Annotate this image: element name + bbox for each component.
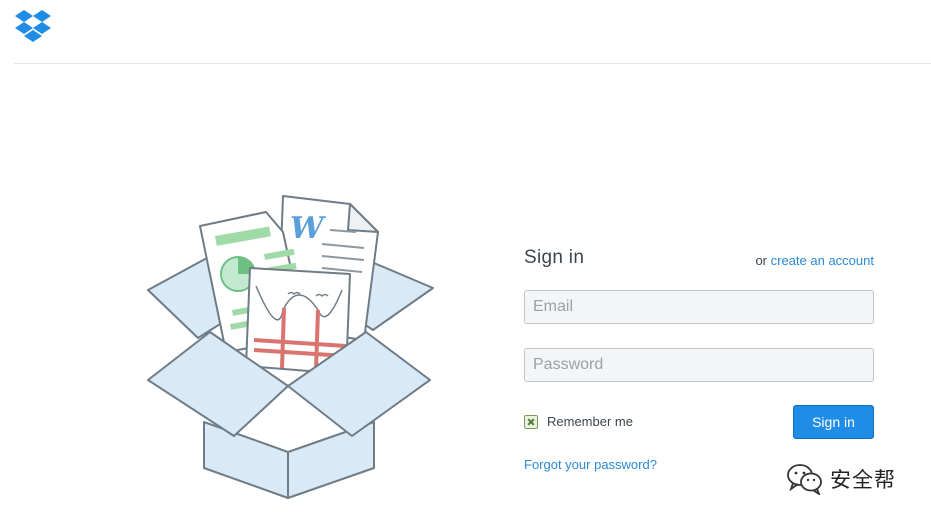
dropbox-logo-icon[interactable] (15, 10, 51, 44)
or-text: or (755, 253, 768, 268)
header-divider (14, 63, 931, 64)
watermark-text: 安全帮 (830, 469, 896, 492)
password-field[interactable] (524, 348, 874, 382)
open-box-with-documents-illustration: W (147, 195, 434, 499)
signin-title: Sign in (524, 247, 585, 268)
svg-text:W: W (290, 211, 327, 246)
wechat-icon (787, 464, 822, 495)
forgot-password-link[interactable]: Forgot your password? (524, 457, 657, 472)
signin-button[interactable]: Sign in (793, 405, 874, 439)
remember-me-label: Remember me (547, 414, 633, 429)
remember-me-checkbox[interactable] (524, 414, 538, 429)
email-field[interactable] (524, 290, 874, 324)
remember-me-row[interactable]: Remember me (524, 414, 633, 429)
create-account-row: or create an account (755, 253, 874, 268)
create-account-link[interactable]: create an account (771, 253, 874, 268)
watermark: 安全帮 (786, 463, 896, 495)
